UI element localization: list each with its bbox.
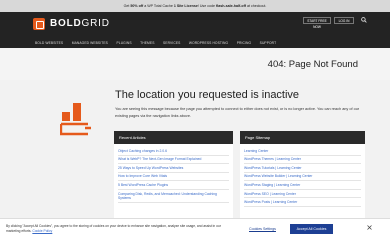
recent-article-link[interactable]: What is WebP? The Next-Gen Image Format … — [118, 156, 229, 165]
page-sitemap-title: Page Sitemap — [240, 131, 365, 144]
nav-pricing[interactable]: PRICING — [237, 39, 251, 47]
recent-article-link[interactable]: How to Improve Core Web Vitals — [118, 173, 229, 182]
nav-support[interactable]: SUPPORT — [260, 39, 277, 47]
recent-article-link[interactable]: 25 Ways to Speed Up WordPress Websites — [118, 164, 229, 173]
error-description: You are seeing this message because the … — [115, 107, 360, 118]
sitemap-link[interactable]: WordPress Staging | Learning Center — [244, 181, 361, 190]
boldgrid-logo-icon[interactable] — [33, 18, 45, 30]
promo-code: flash-sale-half-off — [216, 4, 246, 8]
recent-articles-title: Recent Articles — [114, 131, 233, 144]
cookie-text: By clicking "Accept All Cookies", you ag… — [6, 224, 236, 233]
sitemap-link[interactable]: WordPress Website Builder | Learning Cen… — [244, 173, 361, 182]
nav-services[interactable]: SERVICES — [163, 39, 180, 47]
title-bar: 404: Page Not Found — [0, 48, 390, 80]
promo-end: at checkout. — [245, 4, 267, 8]
promo-bar: Get 50% off a WP Total Cache 1 Site Lice… — [0, 0, 390, 12]
sitemap-link[interactable]: WordPress Tutorials | Learning Center — [244, 164, 361, 173]
cookie-policy-link[interactable]: Cookie Policy — [32, 229, 52, 233]
promo-middle: a WP Total Cache — [143, 4, 174, 8]
sitemap-link[interactable]: Learning Center — [244, 147, 361, 156]
cookies-settings-button[interactable]: Cookies Settings — [249, 226, 276, 232]
cookie-banner: By clicking "Accept All Cookies", you ag… — [0, 218, 390, 240]
sitemap-link[interactable]: WordPress SEO | Learning Center — [244, 190, 361, 199]
nav-wordpress-hosting[interactable]: WORDPRESS HOSTING — [189, 39, 228, 47]
promo-suffix: ! Use code — [197, 4, 217, 8]
search-icon[interactable] — [360, 17, 368, 24]
nav-bold-websites[interactable]: BOLD WEBSITES — [35, 39, 63, 47]
close-icon[interactable] — [364, 224, 374, 234]
sitemap-link[interactable]: WordPress Themes | Learning Center — [244, 156, 361, 165]
nav-managed-websites[interactable]: MANAGED WEBSITES — [72, 39, 108, 47]
accept-all-cookies-button[interactable]: Accept All Cookies — [290, 224, 333, 234]
recent-article-link[interactable]: Object Caching changes in 2.0.6 — [118, 147, 229, 156]
recent-article-link[interactable]: 5 Best WordPress Cache Plugins — [118, 181, 229, 190]
promo-product: 1 Site License — [173, 4, 198, 8]
login-button[interactable]: LOG IN — [334, 17, 354, 24]
recent-article-link[interactable]: Comparing Disk, Redis, and Memcached: Un… — [118, 190, 229, 203]
bar-chart-illustration-icon — [59, 97, 92, 137]
main-nav: BOLD WEBSITES MANAGED WEBSITES PLUGINS T… — [35, 39, 285, 47]
promo-highlight: 50% off — [130, 4, 144, 8]
site-header: BOLDGRID START FREE NOW LOG IN BOLD WEBS… — [0, 12, 390, 48]
logo-bold: BOLD — [50, 18, 82, 29]
logo-light: GRID — [81, 18, 110, 29]
sitemap-link[interactable]: WordPress Posts | Learning Center — [244, 198, 361, 208]
nav-themes[interactable]: THEMES — [140, 39, 154, 47]
page-title: 404: Page Not Found — [267, 59, 358, 70]
site-logo[interactable]: BOLDGRID — [50, 18, 110, 30]
nav-plugins[interactable]: PLUGINS — [116, 39, 131, 47]
error-headline: The location you requested is inactive — [115, 89, 300, 101]
start-free-button[interactable]: START FREE NOW — [303, 17, 331, 29]
